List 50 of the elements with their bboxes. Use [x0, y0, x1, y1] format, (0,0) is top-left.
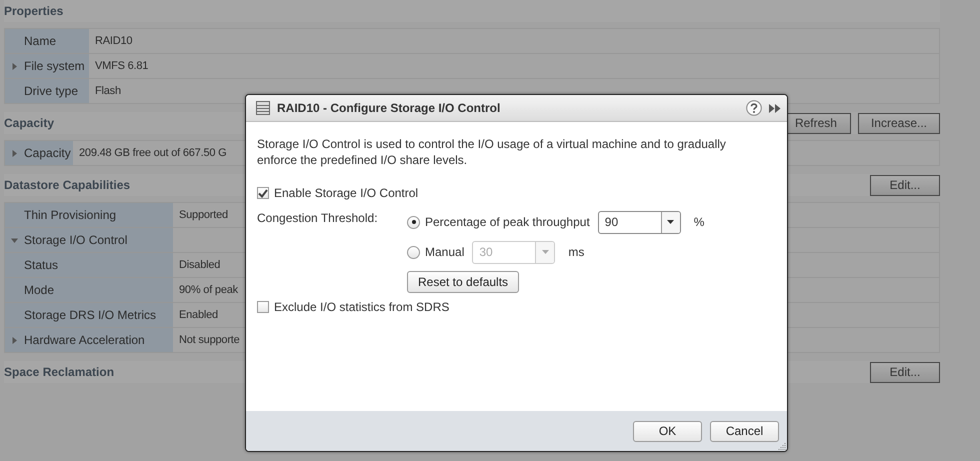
- property-label: Thin Provisioning: [24, 208, 116, 222]
- dropdown-field[interactable]: 90: [598, 210, 681, 234]
- field-label: Congestion Threshold:: [257, 211, 378, 225]
- property-label: Drive type: [24, 84, 78, 98]
- checkbox[interactable]: [257, 187, 269, 199]
- property-value: VMFS 6.81: [95, 60, 148, 72]
- collapsed-arrow-icon[interactable]: [11, 150, 18, 156]
- property-label: Hardware Acceleration: [24, 333, 145, 347]
- property-value: Not supporte: [179, 334, 240, 346]
- radio-label: Manual: [425, 245, 464, 259]
- radio-label: Percentage of peak throughput: [425, 215, 590, 229]
- collapsed-arrow-icon[interactable]: [11, 336, 18, 344]
- section-button[interactable]: Edit...: [870, 174, 940, 196]
- radio-button[interactable]: [407, 216, 420, 228]
- property-value: RAID10: [95, 35, 132, 47]
- property-value: Enabled: [179, 309, 218, 321]
- property-value: 209.48 GB free out of 667.50 G: [79, 147, 226, 159]
- dialog-description: Storage I/O Control is used to control the I/O usage of a virtual machine and to gradually enforce the predefined I/O share levels.: [257, 136, 727, 168]
- unit-label: ms: [568, 245, 584, 259]
- section-button[interactable]: Increase...: [858, 112, 940, 134]
- unit-label: %: [694, 215, 704, 229]
- property-value: Disabled: [179, 259, 220, 271]
- property-label: File system: [24, 59, 85, 73]
- dialog-button[interactable]: OK: [633, 420, 702, 442]
- property-label: Mode: [24, 283, 54, 297]
- dialog-button[interactable]: Cancel: [710, 420, 779, 442]
- property-value: Supported: [179, 209, 228, 221]
- reset-button[interactable]: Reset to defaults: [407, 271, 520, 293]
- property-label: Storage DRS I/O Metrics: [24, 308, 156, 322]
- help-icon[interactable]: [746, 100, 762, 116]
- section-title: Datastore Capabilities: [4, 178, 132, 192]
- collapsed-arrow-icon[interactable]: [11, 62, 18, 70]
- dropdown-arrow-icon[interactable]: [667, 220, 674, 224]
- property-label: Name: [24, 34, 56, 48]
- resize-grip-icon[interactable]: [778, 442, 786, 450]
- checkbox-label: Exclude I/O statistics from SDRS: [274, 300, 450, 314]
- property-label: Status: [24, 258, 58, 272]
- section-title: Capacity: [4, 116, 56, 130]
- property-value: 90% of peak: [179, 284, 238, 296]
- section-title: Space Reclamation: [4, 365, 116, 379]
- dialog-title: RAID10 - Configure Storage I/O Control: [277, 101, 502, 115]
- checkbox-label: Enable Storage I/O Control: [274, 186, 418, 200]
- property-label: Storage I/O Control: [24, 233, 128, 247]
- property-value: Flash: [95, 85, 121, 97]
- section-button[interactable]: Edit...: [870, 362, 940, 382]
- checkbox[interactable]: [257, 301, 269, 313]
- property-label: Capacity: [24, 146, 71, 160]
- section-title: Properties: [4, 4, 64, 18]
- storage-icon: [256, 101, 270, 115]
- expanded-arrow-icon[interactable]: [11, 236, 18, 244]
